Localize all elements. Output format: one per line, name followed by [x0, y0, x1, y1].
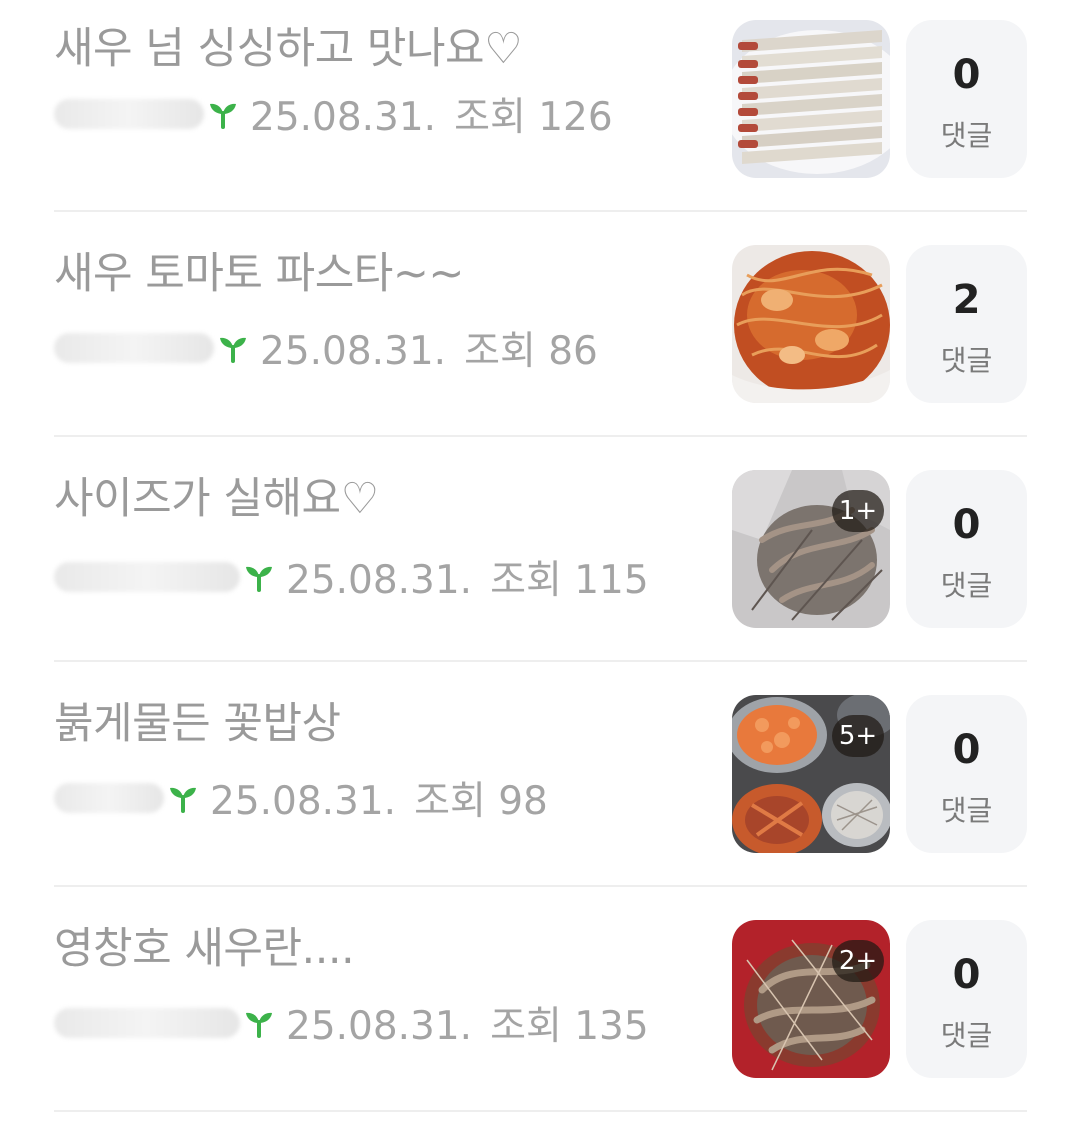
post-thumbnail[interactable]	[732, 20, 890, 178]
author-name-blurred	[54, 783, 164, 813]
comment-count-box[interactable]: 0 댓글	[906, 470, 1027, 628]
post-meta: 25.08.31. 조회 86	[54, 322, 616, 374]
comment-count: 0	[952, 52, 981, 98]
comment-count: 0	[952, 502, 981, 548]
post-item[interactable]: 붉게물든 꽃밥상 25.08.31. 조회 98 5+ 0 댓글	[0, 675, 1079, 899]
comment-label: 댓글	[940, 794, 993, 827]
post-title[interactable]: 사이즈가 실해요♡	[54, 464, 379, 526]
comment-count: 0	[952, 952, 981, 998]
post-title[interactable]: 붉게물든 꽃밥상	[54, 689, 341, 751]
post-item[interactable]: 새우 넘 싱싱하고 맛나요♡ 25.08.31. 조회 126 0 댓글	[0, 0, 1079, 224]
sprout-icon	[246, 566, 272, 592]
divider	[54, 885, 1027, 887]
author-name-blurred	[54, 562, 240, 592]
divider	[54, 435, 1027, 437]
comment-count-box[interactable]: 2 댓글	[906, 245, 1027, 403]
post-meta: 25.08.31. 조회 135	[54, 997, 667, 1049]
post-item[interactable]: 영창호 새우란.... 25.08.31. 조회 135 2+ 0 댓글	[0, 900, 1079, 1124]
post-title[interactable]: 영창호 새우란....	[54, 914, 355, 976]
divider	[54, 660, 1027, 662]
author-name-blurred	[54, 1008, 240, 1038]
post-views: 조회 98	[414, 779, 548, 824]
post-views: 조회 86	[464, 329, 598, 374]
author-name-blurred	[54, 333, 214, 363]
comment-label: 댓글	[940, 1019, 993, 1052]
image-count-badge: 1+	[832, 490, 884, 532]
post-date: 25.08.31.	[210, 779, 397, 824]
sprout-icon	[246, 1012, 272, 1038]
comment-count: 2	[952, 277, 981, 323]
sprout-icon	[210, 103, 236, 129]
comment-label: 댓글	[940, 569, 993, 602]
image-count-badge: 5+	[832, 715, 884, 757]
sprout-icon	[170, 787, 196, 813]
post-views: 조회 115	[490, 558, 649, 603]
post-title[interactable]: 새우 넘 싱싱하고 맛나요♡	[54, 14, 523, 76]
post-meta: 25.08.31. 조회 126	[54, 88, 631, 140]
comment-label: 댓글	[940, 344, 993, 377]
author-name-blurred	[54, 99, 204, 129]
post-date: 25.08.31.	[286, 558, 473, 603]
post-thumbnail[interactable]: 1+	[732, 470, 890, 628]
comment-count-box[interactable]: 0 댓글	[906, 920, 1027, 1078]
divider	[54, 1110, 1027, 1112]
comment-count-box[interactable]: 0 댓글	[906, 20, 1027, 178]
comment-count-box[interactable]: 0 댓글	[906, 695, 1027, 853]
sprout-icon	[220, 337, 246, 363]
post-thumbnail[interactable]: 5+	[732, 695, 890, 853]
post-item[interactable]: 사이즈가 실해요♡ 25.08.31. 조회 115 1+ 0 댓글	[0, 450, 1079, 674]
comment-label: 댓글	[940, 119, 993, 152]
post-thumbnail[interactable]	[732, 245, 890, 403]
post-meta: 25.08.31. 조회 98	[54, 772, 566, 824]
post-meta: 25.08.31. 조회 115	[54, 551, 667, 603]
post-item[interactable]: 새우 토마토 파스타~~ 25.08.31. 조회 86 2 댓글	[0, 225, 1079, 449]
post-title[interactable]: 새우 토마토 파스타~~	[54, 239, 464, 301]
post-views: 조회 135	[490, 1004, 649, 1049]
post-date: 25.08.31.	[260, 329, 447, 374]
divider	[54, 210, 1027, 212]
post-date: 25.08.31.	[286, 1004, 473, 1049]
comment-count: 0	[952, 727, 981, 773]
post-date: 25.08.31.	[250, 95, 437, 140]
post-views: 조회 126	[454, 95, 613, 140]
image-count-badge: 2+	[832, 940, 884, 982]
post-thumbnail[interactable]: 2+	[732, 920, 890, 1078]
